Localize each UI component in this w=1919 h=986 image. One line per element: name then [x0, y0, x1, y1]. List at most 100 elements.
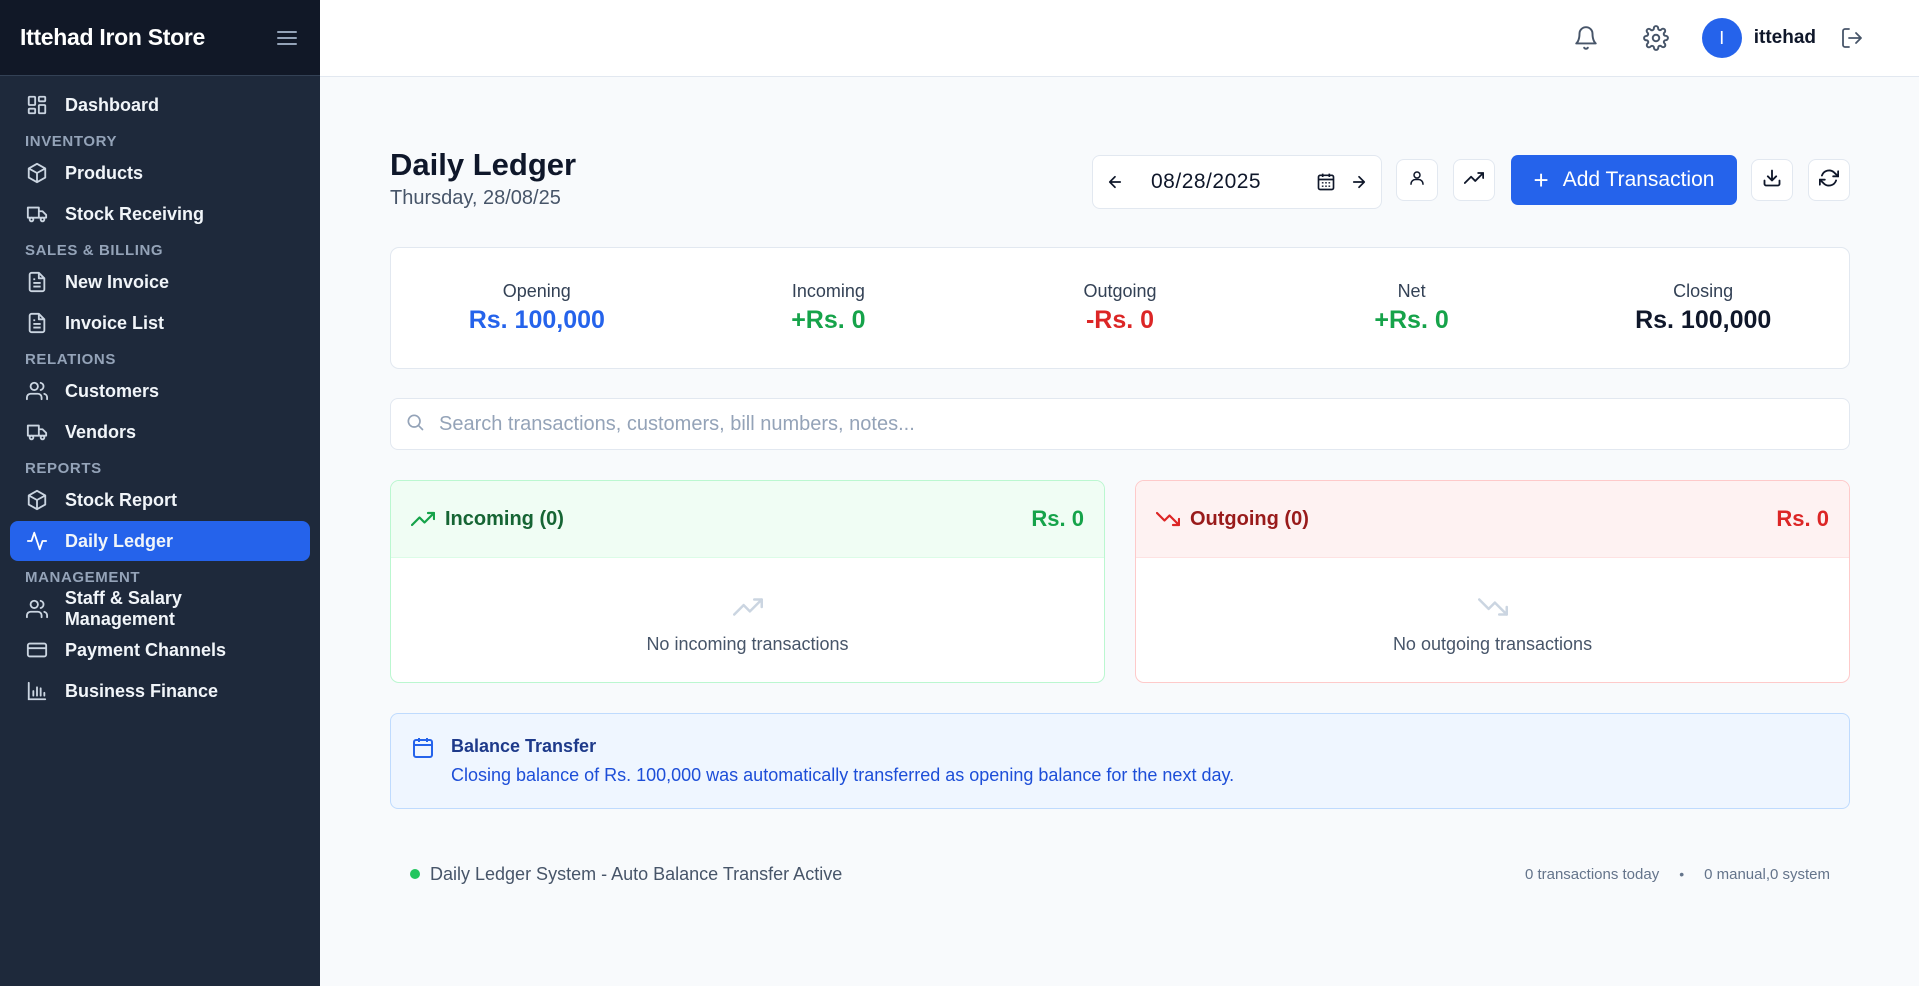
search-icon	[405, 412, 425, 437]
stat-net: Net +Rs. 0	[1266, 248, 1558, 368]
sidebar-item-label: Payment Channels	[65, 639, 227, 660]
transfer-title: Balance Transfer	[451, 736, 597, 756]
sidebar-item-stock-receiving[interactable]: Stock Receiving	[10, 194, 310, 234]
sidebar-item-label: Staff & Salary Management	[64, 588, 182, 629]
refresh-button[interactable]	[1808, 159, 1850, 201]
activity-icon	[25, 529, 49, 553]
status-footer: Daily Ledger System - Auto Balance Trans…	[390, 857, 1850, 891]
date-input[interactable]: 08/28/2025	[1131, 170, 1309, 194]
incoming-empty-state: No incoming transactions	[391, 558, 1104, 655]
download-button[interactable]	[1751, 159, 1793, 201]
incoming-panel-header: Incoming (0) Rs. 0	[391, 481, 1104, 558]
sidebar-item-dashboard[interactable]: Dashboard	[10, 85, 310, 125]
outgoing-title: Outgoing (0)	[1190, 507, 1309, 530]
separator-dot: •	[1679, 866, 1685, 882]
outgoing-amount: Rs. 0	[1776, 506, 1829, 531]
section-inventory: INVENTORY	[25, 132, 118, 150]
status-dot	[410, 869, 420, 879]
sidebar-item-business-finance[interactable]: Business Finance	[10, 671, 310, 711]
arrow-left-icon[interactable]	[1099, 166, 1131, 198]
trending-down-icon	[1136, 592, 1849, 622]
date-picker-group: 08/28/2025	[1092, 155, 1382, 209]
balance-summary: Opening Rs. 100,000 Incoming +Rs. 0 Outg…	[390, 247, 1850, 369]
stat-closing: Closing Rs. 100,000	[1557, 248, 1849, 368]
sidebar-item-invoice-list[interactable]: Invoice List	[10, 303, 310, 343]
trending-up-icon	[411, 507, 435, 531]
bar-chart-icon	[25, 679, 49, 703]
logout-icon[interactable]	[1830, 16, 1874, 60]
app-title: Ittehad Iron Store	[20, 24, 206, 50]
sidebar-item-products[interactable]: Products	[10, 153, 310, 193]
system-status: Daily Ledger System - Auto Balance Trans…	[430, 863, 843, 884]
trending-up-icon	[391, 592, 1104, 622]
incoming-amount: Rs. 0	[1031, 506, 1084, 531]
download-icon	[1762, 168, 1782, 193]
balance-transfer-notice: Balance Transfer Closing balance of Rs. …	[390, 713, 1850, 809]
users-icon	[25, 379, 49, 403]
sidebar-item-payment-channels[interactable]: Payment Channels	[10, 630, 310, 670]
sidebar-item-label: Vendors	[65, 421, 137, 442]
search-input[interactable]	[439, 412, 1819, 436]
bell-icon[interactable]	[1564, 16, 1608, 60]
sidebar-item-new-invoice[interactable]: New Invoice	[10, 262, 310, 302]
sidebar-item-daily-ledger[interactable]: Daily Ledger	[10, 521, 310, 561]
hamburger-menu-icon[interactable]	[274, 25, 300, 51]
stat-incoming: Incoming +Rs. 0	[683, 248, 975, 368]
section-sales-billing: SALES & BILLING	[25, 241, 164, 259]
sidebar: Ittehad Iron Store Dashboard INVENTORY P…	[0, 0, 320, 986]
sidebar-item-customers[interactable]: Customers	[10, 371, 310, 411]
users-icon	[25, 597, 49, 621]
refresh-icon	[1818, 168, 1840, 193]
stat-value: +Rs. 0	[1374, 306, 1449, 334]
incoming-empty-text: No incoming transactions	[646, 634, 849, 654]
grid-icon	[25, 93, 49, 117]
credit-card-icon	[25, 638, 49, 662]
sidebar-item-staff-salary[interactable]: Staff & Salary Management	[10, 588, 310, 629]
search-bar	[390, 398, 1850, 450]
transfer-text: Closing balance of Rs. 100,000 was autom…	[451, 765, 1235, 785]
incoming-title: Incoming (0)	[445, 507, 564, 530]
section-management: MANAGEMENT	[25, 568, 141, 586]
outgoing-empty-state: No outgoing transactions	[1136, 558, 1849, 655]
sidebar-nav: Dashboard INVENTORY Products Stock Recei…	[0, 76, 320, 720]
truck-icon	[25, 202, 49, 226]
sidebar-item-label: Customers	[65, 380, 160, 401]
avatar[interactable]: I	[1701, 18, 1742, 58]
page-title: Daily Ledger	[390, 147, 577, 182]
sidebar-item-label: Daily Ledger	[65, 530, 174, 551]
box-icon	[25, 488, 49, 512]
sidebar-item-label: Business Finance	[65, 680, 219, 701]
box-icon	[25, 161, 49, 185]
calendar-icon[interactable]	[1309, 172, 1343, 192]
trends-button[interactable]	[1453, 159, 1495, 201]
truck-icon	[25, 420, 49, 444]
brand-header: Ittehad Iron Store	[0, 0, 320, 76]
add-transaction-label: Add Transaction	[1562, 168, 1715, 191]
transaction-breakdown: 0 manual,0 system	[1704, 865, 1830, 883]
add-transaction-button[interactable]: + Add Transaction	[1511, 155, 1737, 205]
user-icon	[1408, 169, 1426, 192]
stat-opening: Opening Rs. 100,000	[391, 248, 683, 368]
sidebar-item-stock-report[interactable]: Stock Report	[10, 480, 310, 520]
sidebar-item-label: Stock Receiving	[65, 203, 205, 224]
stat-outgoing: Outgoing -Rs. 0	[974, 248, 1266, 368]
gear-icon[interactable]	[1634, 16, 1678, 60]
arrow-right-icon[interactable]	[1343, 166, 1375, 198]
plus-icon: +	[1533, 164, 1549, 195]
outgoing-panel-header: Outgoing (0) Rs. 0	[1136, 481, 1849, 558]
page-header: Daily Ledger Thursday, 28/08/25 08/28/20…	[390, 147, 1850, 217]
username[interactable]: ittehad	[1754, 27, 1816, 49]
file-text-icon	[25, 311, 49, 335]
transaction-count: 0 transactions today	[1524, 865, 1660, 883]
stat-value: Rs. 100,000	[468, 306, 605, 334]
trending-down-icon	[1156, 507, 1180, 531]
sidebar-item-label: Dashboard	[65, 94, 160, 115]
customer-filter-button[interactable]	[1396, 159, 1438, 201]
sidebar-item-vendors[interactable]: Vendors	[10, 412, 310, 452]
stat-label: Opening	[502, 281, 571, 301]
stat-value: -Rs. 0	[1085, 306, 1155, 334]
incoming-panel: Incoming (0) Rs. 0 No incoming transacti…	[390, 480, 1105, 683]
section-relations: RELATIONS	[25, 350, 116, 368]
stat-value: +Rs. 0	[791, 306, 866, 334]
file-text-icon	[25, 270, 49, 294]
